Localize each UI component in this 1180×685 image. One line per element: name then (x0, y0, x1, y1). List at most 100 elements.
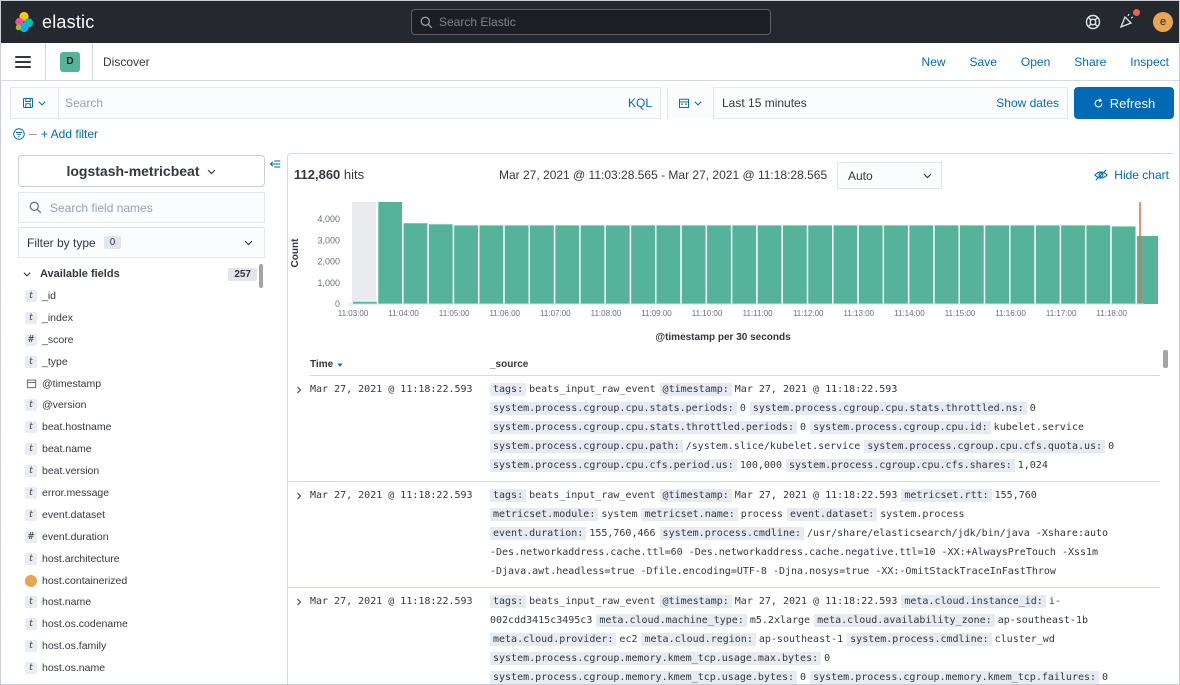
source-field-value: system.process (880, 509, 965, 520)
doc-source: tags: beats_input_raw_event @timestamp: Mar… (490, 592, 1150, 684)
source-field-key: system.process.cgroup.cpu.stats.periods: (490, 402, 737, 415)
source-field-value: 1,024 (1017, 460, 1048, 471)
chevron-down-icon (207, 169, 215, 174)
field-item[interactable]: t _id (25, 285, 255, 307)
histogram-bar (858, 225, 883, 304)
save-button[interactable]: Save (970, 55, 997, 69)
interval-select[interactable]: Auto (837, 162, 942, 189)
histogram-bar (555, 225, 580, 304)
string-field-icon: t (25, 443, 37, 456)
query-language-button[interactable]: KQL (628, 96, 652, 110)
query-placeholder: Search (65, 96, 104, 110)
source-field-value: 0 (1102, 672, 1109, 683)
open-button[interactable]: Open (1021, 55, 1050, 69)
expand-row-button[interactable] (288, 592, 310, 684)
source-field-value: i- (1048, 596, 1061, 607)
field-item[interactable]: t beat.name (25, 438, 255, 460)
available-fields-label: Available fields (40, 268, 120, 280)
filter-by-type-button[interactable]: Filter by type 0 (18, 227, 265, 258)
x-tick-label: 11:09:00 (641, 309, 672, 318)
quick-menu-button[interactable] (668, 87, 714, 119)
field-item[interactable]: t beat.version (25, 460, 255, 482)
hide-chart-button[interactable]: Hide chart (1094, 168, 1169, 182)
source-line: tags: beats_input_raw_event @timestamp: Mar… (490, 486, 1150, 505)
collapse-sidebar-icon[interactable] (269, 158, 281, 170)
filter-by-type-label: Filter by type (27, 235, 96, 250)
global-header: elastic Search Elastic e (1, 1, 1179, 43)
doc-timestamp: Mar 27, 2021 @ 11:18:22.593 (310, 596, 473, 607)
index-pattern-selector[interactable]: logstash-metricbeat (18, 155, 265, 187)
user-avatar[interactable]: e (1153, 12, 1173, 32)
histogram-bar (479, 225, 504, 304)
histogram-bar (681, 225, 706, 304)
field-item[interactable]: # event.duration (25, 526, 255, 548)
new-button[interactable]: New (922, 55, 946, 69)
table-row[interactable]: Mar 27, 2021 @ 11:18:22.593 tags: beats_in… (288, 482, 1160, 588)
refresh-button[interactable]: Refresh (1074, 87, 1174, 119)
y-tick-label: 4,000 (317, 214, 340, 224)
field-search-input[interactable]: Search field names (18, 192, 265, 223)
expand-row-button[interactable] (288, 486, 310, 581)
show-dates-button[interactable]: Show dates (996, 96, 1059, 110)
results-scrollbar[interactable] (1163, 350, 1168, 368)
source-line: system.process.cgroup.cpu.stats.throttle… (490, 418, 1150, 437)
saved-query-button[interactable] (10, 87, 58, 119)
string-field-icon: t (25, 465, 37, 478)
source-field-value: -Djava.awt.headless=true -Dfile.encoding… (490, 566, 1056, 577)
x-tick-label: 11:08:00 (591, 309, 622, 318)
field-name: event.dataset (42, 508, 106, 521)
app-badge[interactable]: D (60, 51, 80, 72)
elastic-logo[interactable]: elastic (13, 11, 94, 33)
inspect-button[interactable]: Inspect (1130, 55, 1169, 69)
field-item[interactable]: t @version (25, 394, 255, 416)
table-row[interactable]: Mar 27, 2021 @ 11:18:22.593 tags: beats_in… (288, 588, 1160, 684)
source-field-key: system.process.cgroup.cpu.cfs.quota.us: (864, 440, 1106, 453)
sort-down-icon[interactable] (336, 361, 344, 369)
sidebar-scrollbar[interactable] (259, 264, 263, 288)
field-list: t _id t _index # _score t _type @timestamp t @vers… (25, 285, 255, 679)
field-item[interactable]: t host.architecture (25, 548, 255, 570)
add-filter-button[interactable]: + Add filter (41, 127, 98, 141)
field-item[interactable]: t host.os.name (25, 657, 255, 679)
field-item[interactable]: @timestamp (25, 373, 255, 395)
field-name: @version (42, 399, 87, 412)
field-item[interactable]: t event.dataset (25, 504, 255, 526)
table-row[interactable]: Mar 27, 2021 @ 11:18:22.593 tags: beats_in… (288, 376, 1160, 482)
field-name: beat.hostname (42, 421, 112, 434)
date-range-label[interactable]: Last 15 minutes (722, 96, 807, 110)
histogram-bar (656, 225, 681, 304)
x-tick-label: 11:06:00 (489, 309, 520, 318)
field-item[interactable]: t host.os.codename (25, 613, 255, 635)
field-item[interactable]: t _index (25, 307, 255, 329)
help-icon[interactable] (1085, 14, 1101, 30)
newsfeed-button[interactable] (1119, 8, 1140, 32)
histogram-chart[interactable]: 0 1,000 2,000 3,000 4,000 Count 11:03:00 11:04:… (288, 194, 1158, 349)
query-search-input[interactable]: Search KQL (58, 87, 661, 119)
string-field-icon: t (25, 508, 37, 521)
source-line: metricset.module: system metricset.name: pr… (490, 505, 1150, 524)
source-field-key: @timestamp: (659, 489, 732, 502)
field-item[interactable]: t _type (25, 351, 255, 373)
field-name: host.os.codename (42, 618, 128, 631)
field-item[interactable]: # _score (25, 329, 255, 351)
field-item[interactable]: t beat.hostname (25, 416, 255, 438)
field-sidebar: logstash-metricbeat Search field names F… (10, 153, 281, 684)
share-button[interactable]: Share (1074, 55, 1106, 69)
histogram-bar (378, 202, 403, 304)
divider (29, 133, 37, 135)
source-field-value: /system.slice/kubelet.service (685, 441, 861, 452)
menu-icon[interactable] (15, 55, 31, 68)
calendar-icon (679, 98, 689, 108)
field-item[interactable]: t host.name (25, 591, 255, 613)
field-item[interactable]: t host.os.family (25, 635, 255, 657)
histogram-bar (1086, 225, 1111, 304)
available-fields-toggle[interactable]: Available fields 257 (22, 264, 265, 284)
global-search-input[interactable]: Search Elastic (411, 9, 771, 35)
expand-row-button[interactable] (288, 380, 310, 475)
field-item[interactable]: t error.message (25, 482, 255, 504)
source-field-key: system.process.cmdline: (847, 633, 992, 646)
field-item[interactable]: host.containerized (25, 570, 255, 592)
source-field-value: process (740, 509, 783, 520)
column-time-header[interactable]: Time (310, 359, 490, 370)
filter-icon[interactable] (13, 128, 25, 140)
